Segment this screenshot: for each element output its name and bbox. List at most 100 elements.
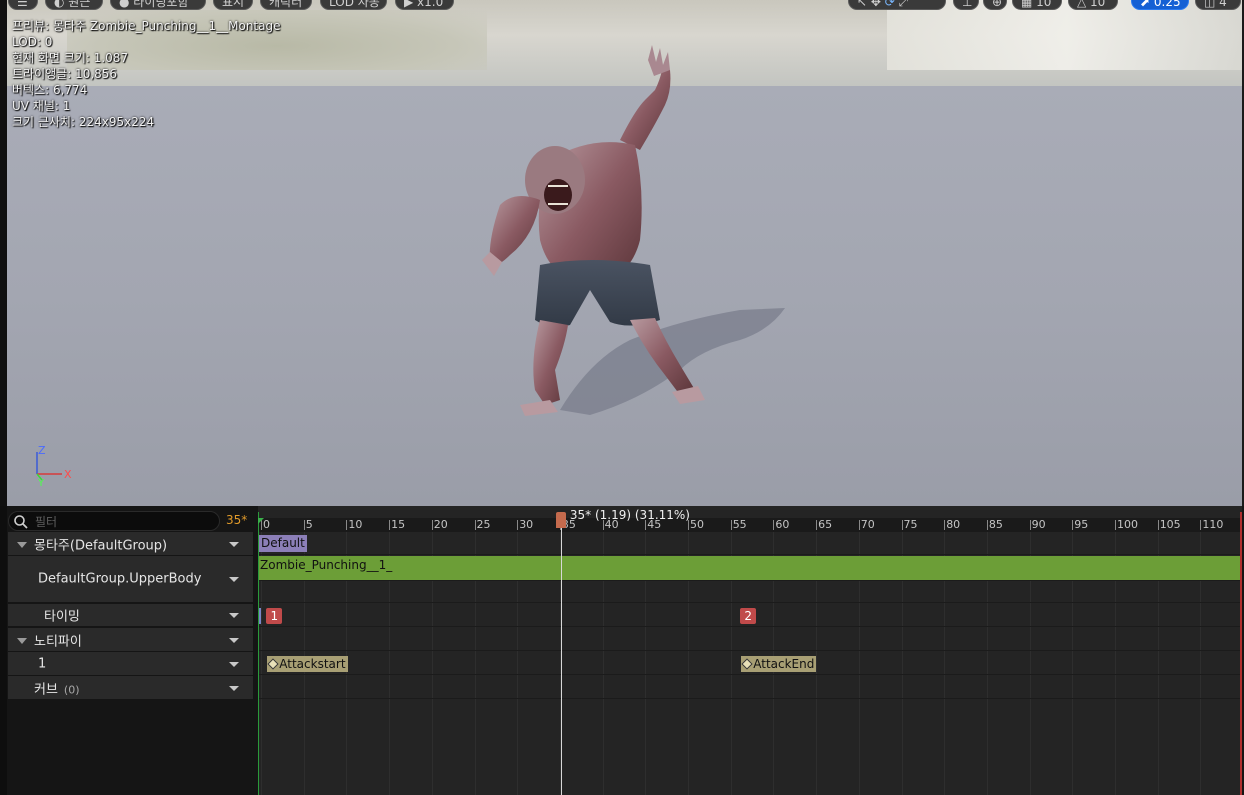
time-ruler[interactable]: 0 5 10 15 20 25 30 35 40 45 50 55 60 65 70 75 80 85 90 95 10… — [258, 518, 1242, 532]
ruler-tick — [1029, 520, 1031, 530]
perspective-button[interactable]: ◐ 원근 — [45, 0, 103, 10]
ruler-tick-label: 110 — [1202, 518, 1224, 531]
uv-channels-stat: UV 채널: 1 — [12, 99, 71, 113]
montage-section-default[interactable]: Default — [259, 535, 307, 552]
dropdown-icon[interactable] — [229, 577, 239, 582]
show-button[interactable]: 표시 — [213, 0, 253, 10]
end-frame-line — [1240, 512, 1242, 795]
scale-icon: ⤢ — [894, 0, 909, 9]
search-icon — [14, 515, 28, 529]
ruler-tick-label: 0 — [263, 518, 270, 531]
viewport[interactable]: ☰ ◐ 원근 ● 라이팅포함 표시 캐릭터 LOD 자동 ▶ x1.0 ↖ ✥ … — [0, 0, 1244, 506]
lighting-button[interactable]: ● 라이팅포함 — [110, 0, 206, 10]
filter-search[interactable]: 필터 — [8, 511, 220, 531]
track-slot-label: DefaultGroup.UpperBody — [38, 571, 202, 587]
ruler-tick — [1157, 520, 1159, 530]
dropdown-icon[interactable] — [229, 637, 239, 643]
timing-marker[interactable]: 2 — [740, 608, 757, 624]
expand-icon[interactable] — [17, 637, 27, 644]
viewport-stats: 프리뷰: 몽타주 Zombie_Punching__1__Montage LOD… — [12, 18, 281, 130]
dropdown-icon[interactable] — [229, 661, 239, 667]
ruler-tick — [858, 520, 860, 530]
axis-y-label: Y — [37, 478, 45, 488]
ruler-tick-label: 70 — [860, 518, 875, 531]
preview-name: 프리뷰: 몽타주 Zombie_Punching__1__Montage — [12, 19, 281, 33]
dropdown-icon[interactable] — [229, 541, 239, 547]
ruler-tick-label: 80 — [946, 518, 961, 531]
surface-snap-icon: ⊥ — [962, 0, 973, 9]
axis-z-label: Z — [38, 444, 46, 457]
layout-icon: ◫ — [1204, 0, 1220, 9]
playhead-handle[interactable] — [555, 512, 566, 528]
track-notify-1[interactable]: 1 — [8, 652, 253, 675]
viewport-layout-button[interactable]: ◫ 4 — [1195, 0, 1241, 10]
ruler-tick-label: 100 — [1117, 518, 1138, 531]
dropdown-icon[interactable] — [229, 685, 239, 691]
lighting-icon: ● — [119, 0, 134, 9]
perspective-icon: ◐ — [54, 0, 69, 9]
bounds-stat: 크기 근사치: 224x95x224 — [12, 115, 155, 129]
ruler-tick-label: 75 — [903, 518, 918, 531]
ruler-tick-label: 90 — [1031, 518, 1046, 531]
expand-icon[interactable] — [17, 541, 27, 548]
grid-icon: ▦ — [1021, 0, 1037, 9]
camera-speed-icon: ⬈ — [1140, 0, 1154, 9]
ruler-tick-label: 60 — [775, 518, 790, 531]
anim-segment[interactable]: Zombie_Punching__1_ — [258, 556, 1242, 580]
track-slot[interactable]: DefaultGroup.UpperBody — [8, 556, 253, 602]
timeline[interactable]: 0 5 10 15 20 25 30 35 40 45 50 55 60 65 70 75 80 85 90 95 10… — [258, 506, 1242, 795]
track-notifies-label: 노티파이 — [34, 634, 82, 649]
play-icon: ▶ — [404, 0, 418, 9]
lod-button[interactable]: LOD 자동 — [320, 0, 387, 10]
lod-stat: LOD: 0 — [12, 35, 53, 49]
ruler-tick-label: 20 — [433, 518, 448, 531]
play-rate-button[interactable]: ▶ x1.0 — [395, 0, 454, 10]
playhead-line[interactable] — [560, 512, 562, 795]
track-curves-label: 커브 — [34, 682, 58, 697]
dropdown-icon[interactable] — [229, 613, 239, 618]
track-curves-count: (0) — [63, 683, 80, 696]
track-curves[interactable]: 커브 (0) — [8, 676, 253, 699]
track-montage[interactable]: 몽타주(DefaultGroup) — [8, 532, 253, 555]
transform-tools[interactable]: ↖ ✥ ⟳ ⤢ — [848, 0, 946, 10]
axis-gizmo: Z X Y — [36, 444, 72, 488]
filter-placeholder: 필터 — [35, 515, 58, 529]
track-timing[interactable]: 타이밍 — [8, 604, 253, 626]
ruler-tick — [474, 520, 476, 530]
ruler-tick — [303, 520, 305, 530]
ruler-tick-label: 10 — [348, 518, 363, 531]
ruler-tick-label: 65 — [818, 518, 833, 531]
ruler-tick-label: 55 — [732, 518, 747, 531]
ruler-tick-label: 105 — [1159, 518, 1181, 531]
timing-marker[interactable]: 1 — [266, 608, 283, 624]
menu-button[interactable]: ☰ — [8, 0, 38, 10]
ruler-tick — [1115, 520, 1116, 530]
grid-snap-button[interactable]: ▦ 10 — [1012, 0, 1062, 10]
track-notify-1-label: 1 — [38, 656, 47, 671]
camera-speed-button[interactable]: ⬈ 0.25 — [1131, 0, 1189, 10]
angle-snap-button[interactable]: △ 10 — [1068, 0, 1118, 10]
anim-notify[interactable]: Attackstart — [267, 656, 348, 672]
globe-icon: ⊕ — [992, 0, 1003, 9]
playhead-label: 35* (1.19) (31.11%) — [569, 508, 690, 522]
character-button[interactable]: 캐릭터 — [260, 0, 312, 10]
ruler-tick — [944, 520, 946, 530]
ruler-tick — [346, 520, 348, 530]
axis-x-label: X — [64, 468, 72, 481]
ruler-tick — [517, 520, 519, 530]
montage-editor: 필터 35* 몽타주(DefaultGroup) DefaultGroup.Up… — [0, 506, 1244, 795]
track-notifies[interactable]: 노티파이 — [8, 628, 253, 651]
ruler-tick — [389, 520, 391, 530]
track-timing-label: 타이밍 — [44, 609, 80, 625]
ruler-tick-label: 95 — [1074, 518, 1089, 531]
ruler-tick — [816, 520, 818, 530]
ruler-tick-label: 15 — [391, 518, 406, 531]
notify-label: Attackstart — [279, 657, 346, 671]
select-icon: ↖ ✥ — [857, 0, 885, 9]
start-frame-line — [258, 512, 259, 795]
zombie-character — [482, 45, 785, 416]
ruler-tick — [730, 520, 732, 530]
angle-icon: △ — [1077, 0, 1091, 9]
anim-notify[interactable]: AttackEnd — [741, 656, 817, 672]
track-montage-label: 몽타주(DefaultGroup) — [34, 538, 168, 553]
